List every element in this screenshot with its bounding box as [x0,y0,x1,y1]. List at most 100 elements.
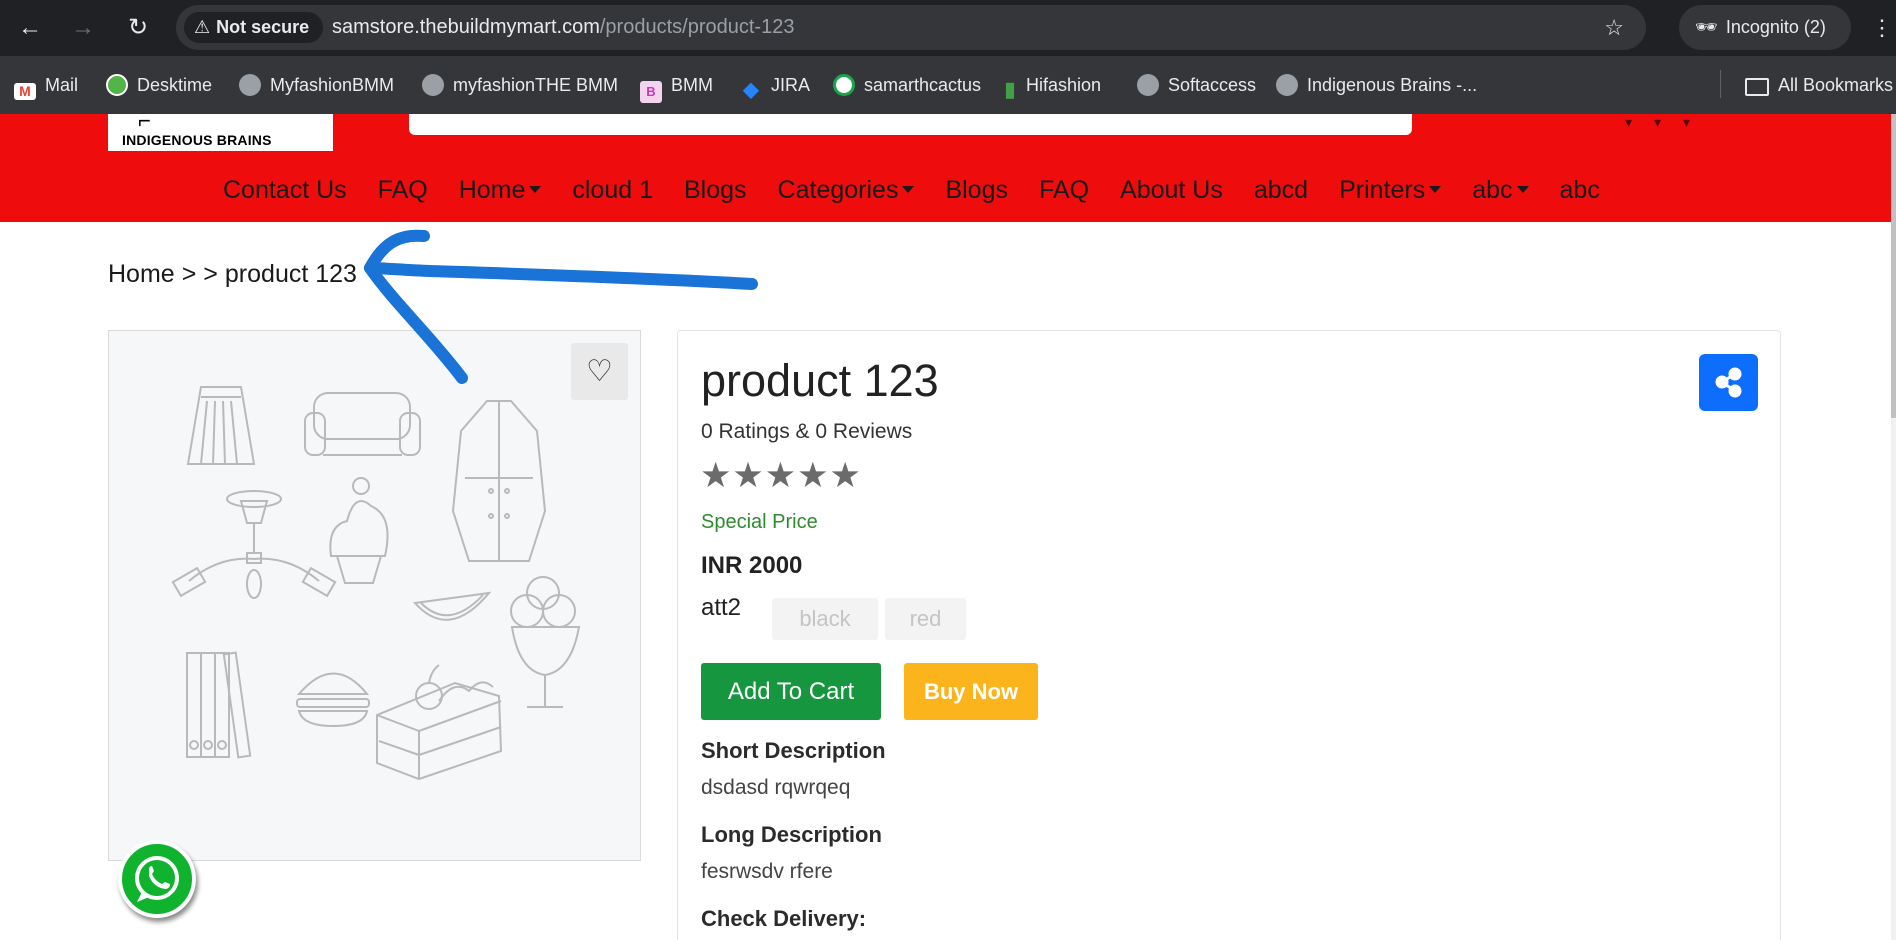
ratings-summary[interactable]: 0 Ratings & 0 Reviews [701,420,912,444]
menu-item-contact-us[interactable]: Contact Us [223,175,347,205]
security-chip[interactable]: ⚠ Not secure [184,12,324,43]
hifashion-icon: ▮ [1004,79,1016,101]
bookmark-bmm[interactable]: B BMM [640,70,713,103]
breadcrumb-current: product 123 [224,260,357,288]
long-description-heading: Long Description [701,822,882,847]
address-bar[interactable]: ⚠ Not secure samstore.thebuildmymart.com/… [176,5,1646,50]
wishlist-heart-icon[interactable]: ♡ [571,343,628,400]
page-scrollbar-thumb[interactable] [1891,114,1896,418]
menu-item-blogs[interactable]: Blogs [684,175,747,205]
incognito-label: Incognito (2) [1725,17,1826,37]
menu-item-label: Blogs [945,176,1008,204]
menu-item-cloud-1[interactable]: cloud 1 [572,175,653,205]
bookmark-star-icon[interactable]: ☆ [1604,5,1624,50]
browser-toolbar: ← → ↻ ⚠ Not secure samstore.thebuildmymar… [0,0,1896,56]
star-rating[interactable]: ★★★★★ [700,456,862,496]
placeholder-illustration [171,386,581,781]
browser-menu-icon[interactable]: ⋮ [1871,12,1893,44]
menu-item-label: About Us [1120,176,1223,204]
caret-down-icon [529,186,542,193]
menu-item-label: abcd [1253,176,1309,204]
bookmark-label: All Bookmarks [1778,75,1894,95]
menu-item-printers[interactable]: Printers [1339,175,1442,205]
globe-icon [239,74,261,96]
warning-icon: ⚠ [194,17,211,37]
bookmark-jira[interactable]: ◆ JIRA [740,70,811,101]
bookmark-indigenous-brains[interactable]: Indigenous Brains -... [1276,70,1477,100]
bmm-icon: B [640,81,662,103]
logo-text: INDIGENOUS BRAINS [122,132,272,148]
incognito-button[interactable]: 🕶 Incognito (2) [1679,5,1851,50]
main-menu: Contact Us FAQ Home cloud 1 Blogs Categories B… [223,175,1631,205]
breadcrumb: Home > > product 123 [108,260,357,289]
menu-item-label: abc [1559,176,1600,204]
attribute-label: att2 [701,594,742,621]
bookmark-label: Hifashion [1026,75,1102,95]
site-header: ⌐ INDIGENOUS BRAINS ▾▾▾ Contact Us FAQ Hom… [0,108,1891,222]
url-path: /products/product-123 [599,16,795,38]
menu-item-abc-2[interactable]: abc [1560,175,1600,205]
attribute-option-black[interactable]: black [772,598,878,640]
url-text[interactable]: samstore.thebuildmymart.com/products/pro… [332,5,794,50]
whatsapp-chat-button[interactable] [118,840,196,918]
check-delivery-heading: Check Delivery: [701,906,867,931]
bookmarks-divider [1720,70,1721,98]
attribute-option-red[interactable]: red [885,598,966,640]
breadcrumb-separator: > [203,260,218,288]
globe-icon [1137,74,1159,96]
breadcrumb-home[interactable]: Home [108,260,175,288]
back-icon[interactable]: ← [14,12,46,44]
menu-item-label: Printers [1339,176,1426,204]
menu-item-abcd[interactable]: abcd [1254,175,1308,205]
bookmark-label: JIRA [771,75,811,95]
bookmark-hifashion[interactable]: ▮ Hifashion [1003,70,1102,101]
menu-item-abc[interactable]: abc [1472,175,1529,205]
bookmarks-bar: M Mail Desktime MyfashionBMM myfashionTHE… [0,56,1896,114]
breadcrumb-separator: > [181,260,197,288]
bookmark-label: myfashionTHE BMM [453,75,619,95]
price: INR 2000 [701,552,803,579]
menu-item-label: Categories [777,176,899,204]
product-image[interactable] [108,330,641,861]
caret-down-icon [1429,186,1442,193]
menu-item-label: cloud 1 [572,176,653,204]
bookmark-label: Softaccess [1168,75,1257,95]
add-to-cart-button[interactable]: Add To Cart [701,663,881,720]
site-logo[interactable]: ⌐ INDIGENOUS BRAINS [108,108,333,151]
bookmark-myfashionthebmm[interactable]: myfashionTHE BMM [422,70,618,100]
buy-now-button[interactable]: Buy Now [904,663,1038,720]
globe-icon [422,74,444,96]
reload-icon[interactable]: ↻ [122,12,154,44]
bookmark-label: Indigenous Brains -... [1307,75,1478,95]
all-bookmarks-button[interactable]: All Bookmarks [1745,70,1893,100]
caret-down-icon [902,186,915,193]
menu-item-blogs-2[interactable]: Blogs [945,175,1008,205]
bookmark-mail[interactable]: M Mail [14,70,78,100]
folder-icon [1745,78,1769,96]
menu-item-about-us[interactable]: About Us [1120,175,1223,205]
bookmark-myfashionbmm[interactable]: MyfashionBMM [239,70,394,100]
site-search-input[interactable] [409,114,1412,135]
share-button[interactable] [1699,354,1758,411]
bookmark-softaccess[interactable]: Softaccess [1137,70,1256,100]
jira-icon: ◆ [743,79,759,101]
forward-icon[interactable]: → [67,12,99,44]
special-price-label: Special Price [701,511,818,533]
bookmark-label: Mail [45,75,79,95]
product-title: product 123 [701,355,939,406]
menu-item-categories[interactable]: Categories [778,175,915,205]
gmail-icon: M [14,83,36,100]
short-description-text: dsdasd rqwrqeq [701,776,851,799]
header-user-icons[interactable]: ▾▾▾ [1625,114,1712,131]
menu-item-faq-2[interactable]: FAQ [1039,175,1089,205]
incognito-icon: 🕶 [1695,17,1718,37]
bookmark-samarthcactus[interactable]: samarthcactus [833,70,981,100]
menu-item-label: Contact Us [223,176,347,204]
menu-item-label: FAQ [1039,176,1090,204]
menu-item-home[interactable]: Home [459,175,542,205]
caret-down-icon [1516,186,1529,193]
long-description-text: fesrwsdv rfere [701,860,833,883]
short-description-heading: Short Description [701,738,886,763]
bookmark-desktime[interactable]: Desktime [106,70,212,100]
menu-item-faq[interactable]: FAQ [378,175,428,205]
